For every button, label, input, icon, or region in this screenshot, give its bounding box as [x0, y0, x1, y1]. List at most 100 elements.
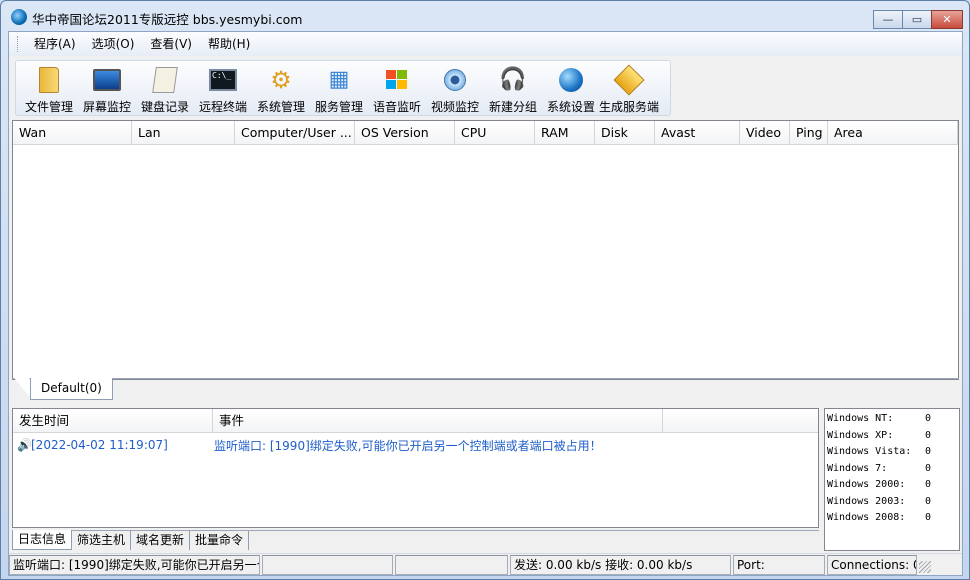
column-header-ping[interactable]: Ping — [790, 121, 828, 144]
system-settings-button[interactable]: 系统设置 — [542, 61, 600, 115]
remote-terminal-button[interactable]: C:\_ 远程终端 — [194, 61, 252, 115]
tab-default-group[interactable]: Default(0) — [30, 378, 113, 400]
column-header-lan[interactable]: Lan — [132, 121, 235, 144]
client-area: 程序(A) 选项(O) 查看(V) 帮助(H) 文件管理 屏幕监控 键盘记录 C… — [8, 31, 963, 576]
tab-batch-command[interactable]: 批量命令 — [190, 531, 250, 550]
toolbar: 文件管理 屏幕监控 键盘记录 C:\_ 远程终端 ⚙ 系统管理 ▦ 服务管理 语… — [15, 60, 671, 116]
video-monitor-label: 视频监控 — [430, 100, 479, 114]
screen-monitor-label: 屏幕监控 — [82, 100, 131, 114]
video-monitor-button[interactable]: 视频监控 — [426, 61, 484, 115]
window-title: 华中帝国论坛2011专版远控 bbs.yesmybi.com — [32, 12, 303, 27]
os-name: Windows NT: — [827, 413, 894, 424]
hosts-table-header: Wan Lan Computer/User ... OS Version CPU… — [13, 121, 958, 145]
system-settings-label: 系统设置 — [546, 100, 595, 114]
menu-options[interactable]: 选项(O) — [84, 33, 143, 55]
os-name: Windows Vista: — [827, 446, 912, 457]
tab-domain-update[interactable]: 域名更新 — [131, 531, 191, 550]
minimize-button[interactable]: — — [873, 10, 903, 29]
column-header-ram[interactable]: RAM — [535, 121, 595, 144]
os-name: Windows 2008: — [827, 512, 906, 523]
column-header-cpu[interactable]: CPU — [455, 121, 535, 144]
column-header-time[interactable]: 发生时间 — [13, 409, 213, 432]
column-header-computer-user[interactable]: Computer/User ... — [235, 121, 355, 144]
keyboard-log-icon — [150, 65, 180, 94]
status-blank-1 — [262, 555, 393, 575]
main-window: 华中帝国论坛2011专版远控 bbs.yesmybi.com — ▭ ✕ 程序(… — [0, 0, 970, 580]
column-header-event[interactable]: 事件 — [213, 409, 663, 432]
system-manager-label: 系统管理 — [256, 100, 305, 114]
menu-grip[interactable] — [17, 36, 20, 52]
voice-monitor-button[interactable]: 语音监听 — [368, 61, 426, 115]
column-header-area[interactable]: Area — [828, 121, 958, 144]
status-blank-2 — [395, 555, 508, 575]
column-header-wan[interactable]: Wan — [13, 121, 132, 144]
os-name: Windows 2000: — [827, 479, 906, 490]
monitor-icon — [92, 65, 122, 94]
os-name: Windows XP: — [827, 429, 894, 441]
column-header-os-version[interactable]: OS Version — [355, 121, 455, 144]
app-logo-icon — [11, 9, 27, 25]
os-stat-row: Windows 2003: 0 — [827, 494, 959, 511]
bottom-tab-strip: 日志信息 筛选主机 域名更新 批量命令 — [12, 530, 819, 550]
os-count: 0 — [924, 512, 931, 523]
log-row[interactable]: 🔊 [2022-04-02 11:19:07] 监听端口: [1990]绑定失败… — [13, 433, 818, 457]
menu-program[interactable]: 程序(A) — [26, 33, 84, 55]
os-stat-row: Windows 2000: 0 — [827, 477, 959, 494]
os-count: 0 — [924, 479, 931, 490]
webcam-icon — [440, 65, 470, 94]
column-header-avast[interactable]: Avast — [655, 121, 740, 144]
menu-view[interactable]: 查看(V) — [142, 33, 200, 55]
os-stats-panel: Windows NT: 0 Windows XP: 0 Windows Vista:… — [824, 408, 960, 551]
windows-flag-icon — [382, 65, 412, 94]
column-header-video[interactable]: Video — [740, 121, 790, 144]
maximize-button[interactable]: ▭ — [902, 10, 932, 29]
speaker-icon: 🔊 — [17, 438, 32, 452]
title-bar[interactable]: 华中帝国论坛2011专版远控 bbs.yesmybi.com — ▭ ✕ — [1, 1, 969, 31]
terminal-icon: C:\_ — [208, 65, 238, 94]
os-name: Windows 7: — [827, 462, 888, 474]
resize-grip[interactable] — [919, 561, 931, 573]
system-manager-button[interactable]: ⚙ 系统管理 — [252, 61, 310, 115]
status-speed: 发送: 0.00 kb/s 接收: 0.00 kb/s — [510, 555, 731, 575]
os-stat-row: Windows 7: 0 — [827, 461, 959, 478]
os-stat-row: Windows NT: 0 — [827, 411, 959, 428]
tab-filter-hosts[interactable]: 筛选主机 — [72, 531, 132, 550]
folder-icon — [34, 65, 64, 94]
log-table-header: 发生时间 事件 — [13, 409, 818, 433]
build-server-label: 生成服务端 — [599, 100, 660, 114]
log-event: 监听端口: [1990]绑定失败,可能你已开启另一个控制端或者端口被占用！ — [214, 438, 602, 453]
log-time: [2022-04-02 11:19:07] — [31, 438, 168, 452]
os-count: 0 — [924, 429, 931, 441]
os-name: Windows 2003: — [827, 495, 906, 507]
globe-icon — [556, 65, 586, 94]
os-count: 0 — [924, 446, 931, 457]
hosts-list[interactable]: Wan Lan Computer/User ... OS Version CPU… — [12, 120, 959, 380]
keylogger-button[interactable]: 键盘记录 — [136, 61, 194, 115]
column-header-disk[interactable]: Disk — [595, 121, 655, 144]
new-group-label: 新建分组 — [488, 100, 537, 114]
headset-icon: 🎧 — [499, 66, 527, 92]
remote-terminal-label: 远程终端 — [198, 100, 247, 114]
package-icon — [613, 63, 645, 96]
file-manager-label: 文件管理 — [24, 100, 73, 114]
status-bar: 监听端口: [1990]绑定失败,可能你已开启另一个 发送: 0.00 kb/s… — [9, 553, 962, 575]
os-stat-row: Windows XP: 0 — [827, 428, 959, 445]
log-list[interactable]: 发生时间 事件 🔊 [2022-04-02 11:19:07] 监听端口: [1… — [12, 408, 819, 528]
new-group-button[interactable]: 🎧 新建分组 — [484, 61, 542, 115]
close-button[interactable]: ✕ — [931, 10, 963, 29]
screen-monitor-button[interactable]: 屏幕监控 — [78, 61, 136, 115]
menu-help[interactable]: 帮助(H) — [200, 33, 258, 55]
status-connections: Connections: 0 — [827, 555, 917, 575]
menu-bar: 程序(A) 选项(O) 查看(V) 帮助(H) — [9, 32, 962, 56]
os-count: 0 — [924, 462, 931, 474]
os-count: 0 — [924, 495, 931, 507]
file-manager-button[interactable]: 文件管理 — [20, 61, 78, 115]
service-manager-label: 服务管理 — [314, 100, 363, 114]
tab-log-info[interactable]: 日志信息 — [12, 530, 73, 550]
status-message: 监听端口: [1990]绑定失败,可能你已开启另一个 — [9, 555, 260, 575]
gears-icon: ⚙ — [270, 65, 292, 94]
status-port: Port: — [733, 555, 825, 575]
build-server-button[interactable]: 生成服务端 — [599, 61, 660, 115]
service-manager-button[interactable]: ▦ 服务管理 — [310, 61, 368, 115]
os-stat-row: Windows 2008: 0 — [827, 510, 959, 527]
